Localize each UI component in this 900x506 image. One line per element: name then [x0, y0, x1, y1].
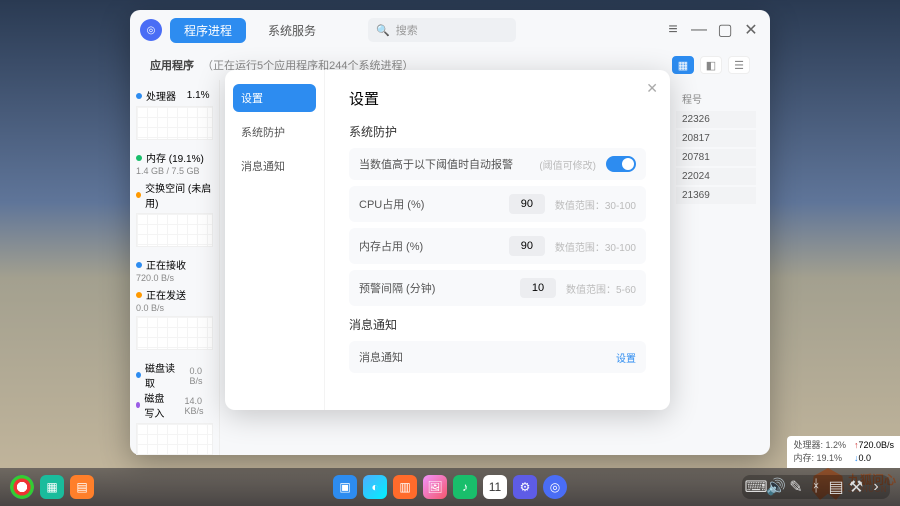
tray-chevron-icon[interactable]: › — [868, 479, 884, 495]
taskbar-app-5[interactable]: ♪ — [453, 475, 477, 499]
status-cpu: 处理器: 1.2% — [793, 439, 846, 452]
taskbar-app-2[interactable]: ◐ — [363, 475, 387, 499]
interval-range: 数值范围：5-60 — [566, 281, 636, 296]
tray-tool-icon[interactable]: ⚒ — [848, 479, 864, 495]
section-protection: 系统防护 — [349, 123, 646, 140]
mem-threshold-range: 数值范围：30-100 — [555, 239, 636, 254]
taskbar-app-6[interactable]: 11 — [483, 475, 507, 499]
tray-keyboard-icon[interactable]: ⌨ — [748, 479, 764, 495]
stat-cpu-title: 处理器 — [146, 88, 176, 103]
cpu-graph — [136, 106, 213, 140]
interval-input[interactable]: 10 — [520, 278, 556, 298]
interval-label: 预警间隔 (分钟) — [359, 280, 510, 296]
stat-write-sub: 14.0 KB/s — [184, 396, 213, 416]
modal-title: 设置 — [349, 88, 646, 109]
stats-sidebar: 处理器 1.1% 内存 (19.1%) 1.4 GB / 7.5 GB 交换空间… — [130, 80, 220, 455]
view-grid-button[interactable]: ▦ — [672, 56, 694, 74]
search-placeholder: 搜索 — [396, 22, 418, 38]
workspace-icon[interactable]: ▤ — [70, 475, 94, 499]
view-user-button[interactable]: ◧ — [700, 56, 722, 74]
minimize-button[interactable]: — — [690, 21, 708, 39]
mem-threshold-row: 内存占用 (%) 90 数值范围：30-100 — [349, 228, 646, 264]
stat-write-title: 磁盘写入 — [144, 390, 173, 420]
stat-send-sub: 0.0 B/s — [136, 303, 213, 313]
alarm-toggle-row: 当数值高于以下阈值时自动报警 (阈值可修改) — [349, 148, 646, 180]
status-mem: 内存: 19.1% — [793, 452, 846, 465]
status-monitor: 处理器: 1.2% 720.0B/s 内存: 19.1% 0.0 — [787, 436, 900, 468]
modal-close-button[interactable]: ✕ — [646, 80, 658, 97]
system-tray: ⌨ 🔊 ✎ ᚼ ▤ ⚒ › — [742, 475, 890, 499]
alarm-label: 当数值高于以下阈值时自动报警 — [359, 156, 529, 172]
stat-recv-title: 正在接收 — [146, 257, 186, 272]
view-tree-button[interactable]: ☰ — [728, 56, 750, 74]
status-net-down: 0.0 — [854, 452, 894, 465]
notify-label: 消息通知 — [359, 349, 606, 365]
menu-button[interactable]: ≡ — [664, 21, 682, 39]
interval-row: 预警间隔 (分钟) 10 数值范围：5-60 — [349, 270, 646, 306]
stat-mem-sub: 1.4 GB / 7.5 GB — [136, 166, 213, 176]
modal-nav-notify[interactable]: 消息通知 — [233, 152, 316, 180]
taskview-icon[interactable]: ▦ — [40, 475, 64, 499]
modal-sidebar: 设置 系统防护 消息通知 — [225, 70, 325, 410]
taskbar-app-4[interactable]: 🖼 — [423, 475, 447, 499]
taskbar-app-current[interactable]: ◎ — [543, 475, 567, 499]
taskbar-app-3[interactable]: ▥ — [393, 475, 417, 499]
cpu-threshold-row: CPU占用 (%) 90 数值范围：30-100 — [349, 186, 646, 222]
stat-net: 正在接收 720.0 B/s 正在发送 0.0 B/s — [136, 257, 213, 350]
cpu-threshold-label: CPU占用 (%) — [359, 196, 499, 212]
launcher-icon[interactable] — [10, 475, 34, 499]
modal-nav-settings[interactable]: 设置 — [233, 84, 316, 112]
pid-cell[interactable]: 20817 — [676, 130, 756, 147]
search-icon: 🔍 — [376, 24, 390, 37]
view-switch: ▦ ◧ ☰ — [672, 56, 750, 74]
stat-cpu: 处理器 1.1% — [136, 88, 213, 140]
status-net-up: 720.0B/s — [854, 439, 894, 452]
mem-threshold-label: 内存占用 (%) — [359, 238, 499, 254]
notify-link[interactable]: 设置 — [616, 350, 636, 365]
stat-read-sub: 0.0 B/s — [189, 366, 213, 386]
subheader-title: 应用程序 — [150, 57, 194, 73]
pid-cell[interactable]: 21369 — [676, 187, 756, 204]
stat-read-title: 磁盘读取 — [145, 360, 179, 390]
tray-volume-icon[interactable]: 🔊 — [768, 479, 784, 495]
net-graph — [136, 316, 213, 350]
pid-cell[interactable]: 22024 — [676, 168, 756, 185]
stat-swap-title: 交换空间 (未启用) — [145, 180, 213, 210]
stat-cpu-val: 1.1% — [187, 90, 210, 101]
modal-content: ✕ 设置 系统防护 当数值高于以下阈值时自动报警 (阈值可修改) CPU占用 (… — [325, 70, 670, 410]
maximize-button[interactable]: ▢ — [716, 21, 734, 39]
section-notify: 消息通知 — [349, 316, 646, 333]
disk-graph — [136, 423, 213, 455]
stat-recv-sub: 720.0 B/s — [136, 273, 213, 283]
search-input[interactable]: 🔍 搜索 — [368, 18, 516, 42]
alarm-toggle[interactable] — [606, 156, 636, 172]
alarm-hint: (阈值可修改) — [539, 157, 596, 172]
tray-bluetooth-icon[interactable]: ᚼ — [808, 479, 824, 495]
app-icon: ◎ — [140, 19, 162, 41]
stat-send-title: 正在发送 — [146, 287, 186, 302]
tab-services[interactable]: 系统服务 — [254, 18, 330, 43]
close-button[interactable]: ✕ — [742, 21, 760, 39]
tab-processes[interactable]: 程序进程 — [170, 18, 246, 43]
settings-modal: 设置 系统防护 消息通知 ✕ 设置 系统防护 当数值高于以下阈值时自动报警 (阈… — [225, 70, 670, 410]
mem-threshold-input[interactable]: 90 — [509, 236, 545, 256]
modal-nav-protection[interactable]: 系统防护 — [233, 118, 316, 146]
stat-mem-title: 内存 (19.1%) — [146, 150, 204, 165]
pid-cell[interactable]: 22326 — [676, 111, 756, 128]
stat-mem: 内存 (19.1%) 1.4 GB / 7.5 GB 交换空间 (未启用) — [136, 150, 213, 247]
notify-row: 消息通知 设置 — [349, 341, 646, 373]
titlebar: ◎ 程序进程 系统服务 🔍 搜索 ≡ — ▢ ✕ — [130, 10, 770, 50]
process-id-column: 程号 22326 20817 20781 22024 21369 — [676, 88, 756, 204]
cpu-threshold-input[interactable]: 90 — [509, 194, 545, 214]
tray-edit-icon[interactable]: ✎ — [788, 479, 804, 495]
cpu-threshold-range: 数值范围：30-100 — [555, 197, 636, 212]
taskbar: ▦ ▤ ▣ ◐ ▥ 🖼 ♪ 11 ⚙ ◎ ⌨ 🔊 ✎ ᚼ ▤ ⚒ › — [0, 468, 900, 506]
taskbar-app-7[interactable]: ⚙ — [513, 475, 537, 499]
pid-header: 程号 — [676, 88, 756, 109]
stat-disk: 磁盘读取 0.0 B/s 磁盘写入 14.0 KB/s — [136, 360, 213, 455]
tray-clipboard-icon[interactable]: ▤ — [828, 479, 844, 495]
taskbar-app-1[interactable]: ▣ — [333, 475, 357, 499]
pid-cell[interactable]: 20781 — [676, 149, 756, 166]
mem-graph — [136, 213, 213, 247]
